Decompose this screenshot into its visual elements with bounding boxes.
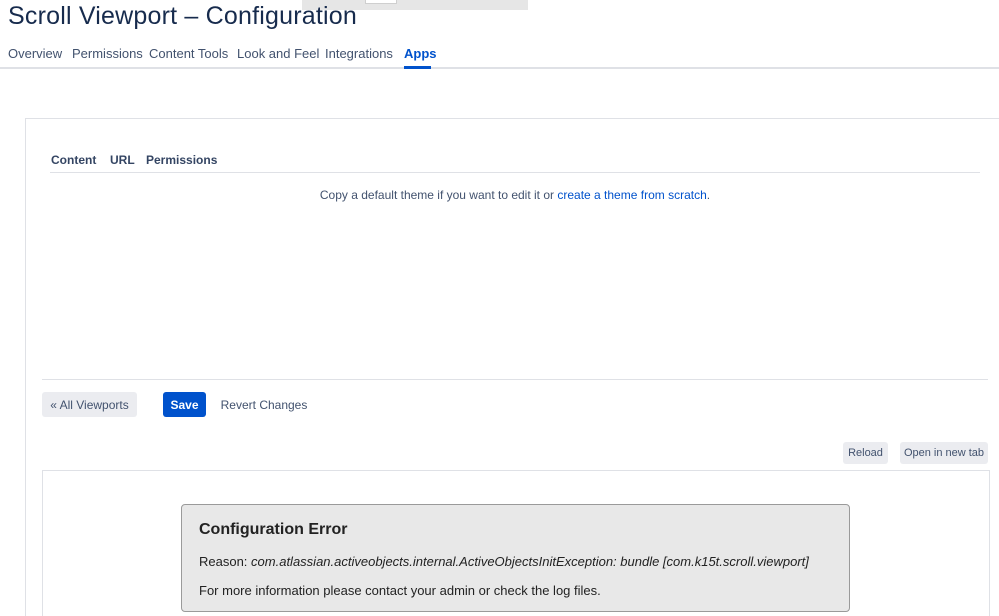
reload-button[interactable]: Reload [843, 442, 888, 464]
theme-info-suffix: . [706, 188, 711, 202]
create-theme-link[interactable]: create a theme from scratch [557, 188, 706, 202]
actions-divider [42, 379, 988, 380]
page-title: Scroll Viewport – Configuration [8, 2, 357, 30]
error-title: Configuration Error [199, 521, 348, 538]
tab-overview[interactable]: Overview [8, 46, 62, 61]
open-in-new-tab-button[interactable]: Open in new tab [900, 442, 988, 464]
apps-subtabs: Content URL Permissions [50, 153, 980, 173]
tab-look-and-feel[interactable]: Look and Feel [237, 46, 319, 61]
subtab-content[interactable]: Content [51, 153, 96, 167]
config-tabs: Overview Permissions Content Tools Look … [0, 36, 999, 69]
error-reason: Reason: com.atlassian.activeobjects.inte… [199, 554, 809, 569]
revert-changes-button[interactable]: Revert Changes [220, 392, 308, 417]
tab-apps[interactable]: Apps [404, 46, 437, 61]
active-tab-indicator [404, 66, 431, 69]
save-button[interactable]: Save [163, 392, 206, 417]
subtab-url[interactable]: URL [110, 153, 135, 167]
configuration-error-box: Configuration Error Reason: com.atlassia… [181, 504, 850, 612]
error-more-info: For more information please contact your… [199, 583, 601, 598]
top-bar-handle [365, 0, 397, 4]
theme-info-text: Copy a default theme if you want to edit… [0, 188, 999, 202]
error-reason-label: Reason: [199, 554, 252, 569]
subtab-permissions[interactable]: Permissions [146, 153, 217, 167]
tab-integrations[interactable]: Integrations [325, 46, 393, 61]
theme-info-prefix: Copy a default theme if you want to edit… [319, 188, 558, 202]
tab-content-tools[interactable]: Content Tools [149, 46, 228, 61]
all-viewports-button[interactable]: « All Viewports [42, 392, 137, 417]
error-reason-message: com.atlassian.activeobjects.internal.Act… [251, 554, 809, 569]
tab-permissions[interactable]: Permissions [72, 46, 143, 61]
